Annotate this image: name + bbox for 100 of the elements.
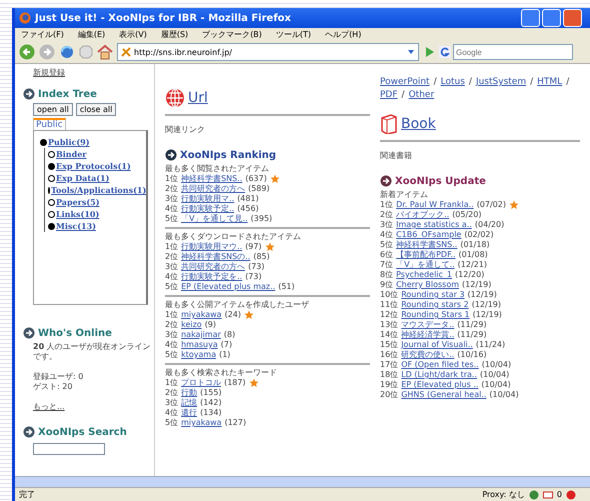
item-link[interactable]: 神経科学書SNSの.. [181,252,250,262]
search-field[interactable]: Google [453,44,573,60]
item-link[interactable]: 記憶 [181,398,198,408]
menu-item[interactable]: ファイル(F) [21,29,64,40]
item-link[interactable]: 神経経済学賞.. [401,330,454,340]
tree-item[interactable]: Binder [56,149,87,159]
item-link[interactable]: 行動実験予定.. [181,204,234,214]
menu-item[interactable]: 表示(V) [119,29,147,40]
tree-button[interactable]: close all [76,103,116,116]
format-link[interactable]: PDF [380,89,398,102]
item-link[interactable]: Dr. Paul W Frankla.. [396,200,474,210]
item-link[interactable]: 共同研究者の方へ [181,184,246,194]
register-link[interactable]: 新規登録 [33,68,154,78]
rank-label: 3位 [165,398,178,408]
item-link[interactable]: 共同研究者の方へ [181,262,246,272]
format-link[interactable]: HTML [537,76,562,89]
go-icon[interactable] [423,46,435,58]
item-link[interactable]: Rounding Stars 1 [401,310,470,320]
format-link[interactable]: JustSystem [476,76,526,89]
item-link[interactable]: 行動 [181,388,198,398]
menu-item[interactable]: 履歴(S) [160,29,188,40]
tree-item[interactable]: Links(10) [56,209,100,219]
rank-label: 1位 [165,174,178,184]
home-icon[interactable] [97,44,113,60]
format-link[interactable]: Other [408,89,434,102]
item-link[interactable]: 「V」を通して見.. [181,214,248,224]
menu-item[interactable]: ツール(T) [276,29,312,40]
item-link[interactable]: 遺行 [181,408,198,418]
item-link[interactable]: マウスデータ.. [401,320,454,330]
item-link[interactable]: 行動実験用マウ.. [181,242,242,252]
minimize-button[interactable] [521,9,540,27]
rank-label: 17位 [380,360,398,370]
guests-text: ゲスト: 20 [33,382,74,392]
rank-label: 1位 [165,242,178,252]
item-link[interactable]: OF (Open filed tes.. [401,360,479,370]
close-button[interactable] [563,9,582,27]
horizontal-scrollbar[interactable] [15,476,590,487]
format-link[interactable]: PowerPoint [380,76,430,89]
date-text: (01/08) [458,250,488,260]
address-bar[interactable]: http://sns.ibr.neuroinf.jp/ [117,43,419,61]
folder-node-icon[interactable] [40,138,47,146]
item-link[interactable]: Image statistics a.. [396,220,472,230]
count-text: (127) [224,418,246,428]
tree-item[interactable]: Exp Data(1) [56,173,110,183]
menu-item[interactable]: ブックマーク(B) [202,29,262,40]
item-link[interactable]: Journal of Visuali.. [401,340,473,350]
item-link[interactable]: Cherry Blossom [396,280,460,290]
item-link[interactable]: miyakawa [181,418,222,428]
date-text: (02/02) [464,230,494,240]
folder-node-icon[interactable] [48,162,55,170]
item-link[interactable]: EP (Elevated plus maz.. [181,282,276,292]
item-link[interactable]: バイオブック.. [396,210,450,220]
maximize-button[interactable] [542,9,561,27]
item-link[interactable]: プロトコル [181,378,222,388]
dropdown-icon[interactable] [407,48,415,56]
item-link[interactable]: Rounding stars 2 [401,300,469,310]
format-link[interactable]: Lotus [440,76,465,89]
item-link[interactable]: LD (Light/dark tra.. [401,370,477,380]
tree-item[interactable]: Tools/Applications(1) [51,185,146,195]
menu-item[interactable]: 編集(E) [78,29,106,40]
rank-label: 10位 [380,290,398,300]
rank-label: 12位 [380,310,398,320]
rank-label: 11位 [380,300,398,310]
count-text: (97) [245,242,262,252]
section-heading: 最も多く閲覧されたアイテム [165,164,270,174]
tree-item[interactable]: Public(9) [48,137,90,147]
item-link[interactable]: nakajimar [181,330,221,340]
count-text: (73) [245,272,262,282]
folder-node-icon[interactable] [48,222,55,230]
tree-item[interactable]: Exp Protocols(1) [56,161,131,171]
item-link[interactable]: 行動実験予定を.. [181,272,242,282]
back-icon[interactable] [19,44,35,60]
item-link[interactable]: 行動実験用マ.. [181,194,234,204]
item-link[interactable]: hmasuya [181,340,218,350]
item-link[interactable]: Rounding star 3 [401,290,465,300]
item-link[interactable]: Psychedelic_1 [396,270,452,280]
status-text: 完了 [19,489,35,500]
more-link[interactable]: もっと... [33,402,65,412]
item-link[interactable]: 神経科学書SNS.. [396,240,458,250]
item-link[interactable]: GHNS (General heal.. [401,390,486,400]
item-link[interactable]: miyakawa [181,310,222,320]
item-link[interactable]: keizo [181,320,202,330]
item-link[interactable]: 【事前配布PDF.. [396,250,456,260]
item-link[interactable]: 研究費の使い.. [401,350,454,360]
menu-item[interactable]: ヘルプ(H) [325,29,362,40]
tree-item[interactable]: Misc(13) [56,221,96,231]
reload-icon[interactable] [59,44,75,60]
item-link[interactable]: ktoyama [181,350,216,360]
item-link[interactable]: C1B6_OFsample [396,230,462,240]
tree-button[interactable]: open all [33,103,73,116]
item-link[interactable]: 「V」を通して.. [396,260,455,270]
url-link[interactable]: Url [188,90,208,106]
book-link[interactable]: Book [401,116,436,132]
tree-item[interactable]: Papers(5) [56,197,100,207]
tree-tab[interactable]: Public [33,118,66,131]
separator-text: / [468,76,472,89]
search-input-field[interactable] [33,443,105,455]
date-text: (12/19) [462,280,492,290]
item-link[interactable]: EP (Elevated plus .. [401,380,478,390]
item-link[interactable]: 神経科学書SNS.. [181,174,242,184]
